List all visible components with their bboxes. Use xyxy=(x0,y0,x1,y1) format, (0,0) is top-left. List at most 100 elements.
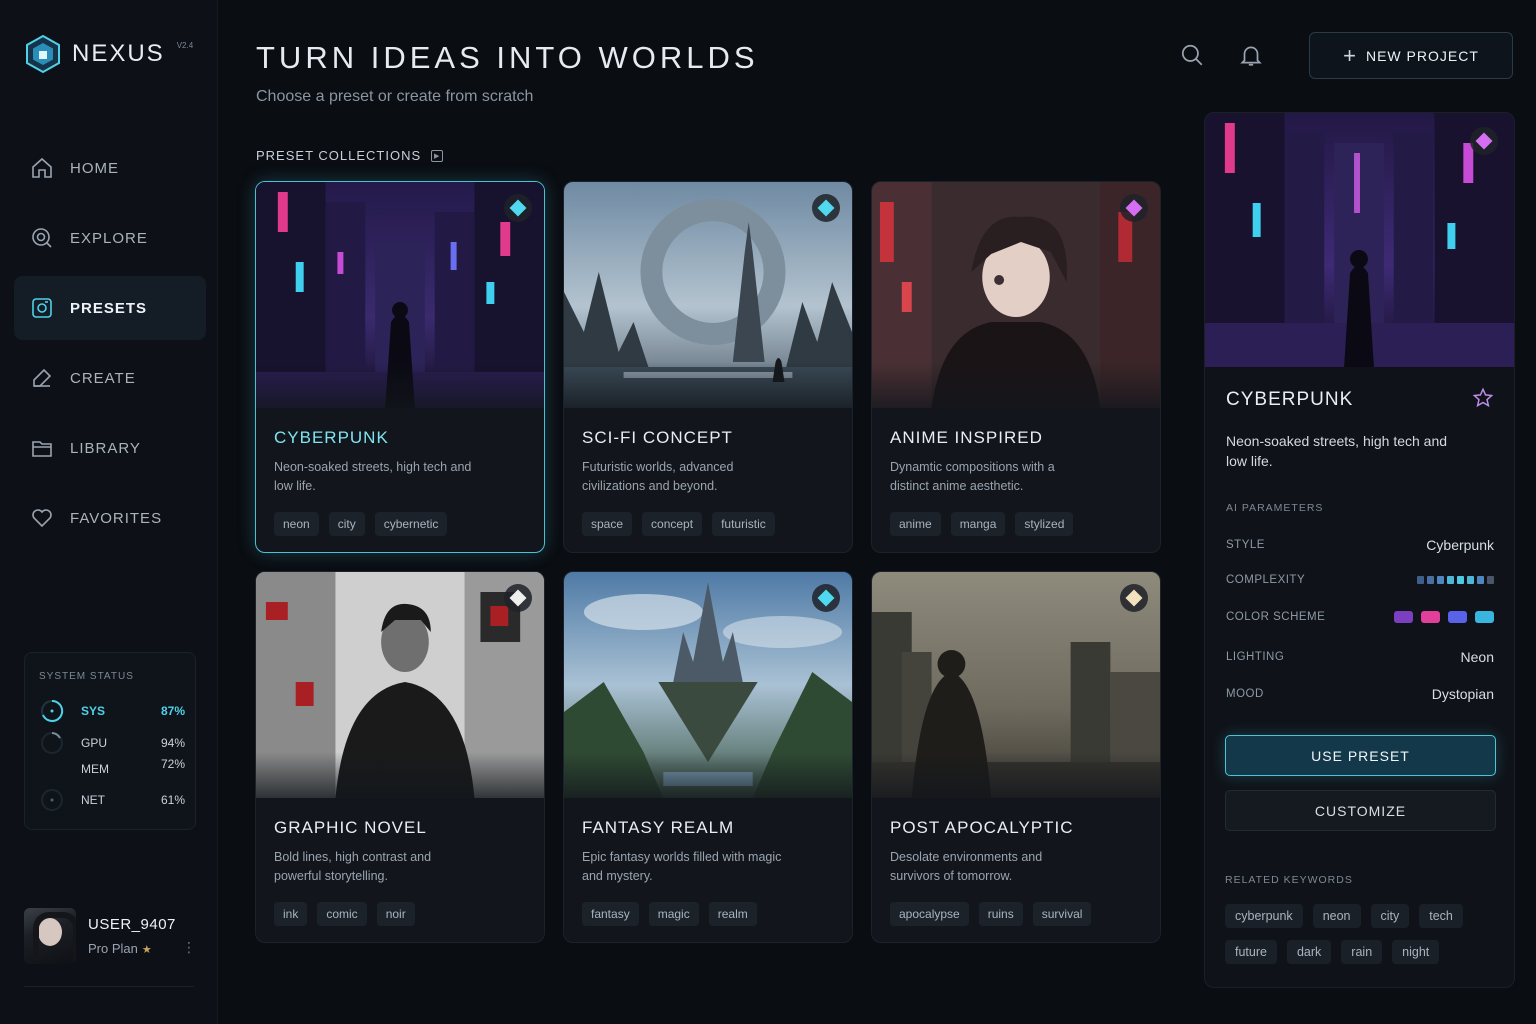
gem-icon xyxy=(1120,194,1148,222)
notifications-button[interactable] xyxy=(1234,38,1268,72)
param-lighting: LIGHTING Neon xyxy=(1226,649,1494,665)
folder-icon xyxy=(32,441,52,457)
complexity-segment xyxy=(1477,576,1484,584)
section-label-text: PRESET COLLECTIONS xyxy=(256,148,422,163)
home-icon xyxy=(32,157,52,178)
preset-detail-title: CYBERPUNK xyxy=(1226,389,1354,410)
preset-desc: Neon-soaked streets, high tech and low l… xyxy=(274,460,472,493)
stat-name: GPU xyxy=(81,736,108,750)
complexity-segment xyxy=(1417,576,1424,584)
stat-row-gpu: GPU 94% xyxy=(39,732,185,754)
ai-parameters-heading: AI PARAMETERS xyxy=(1226,502,1324,514)
gem-icon xyxy=(504,584,532,612)
user-plan-label: Pro Plan xyxy=(88,941,138,956)
nav-item-home[interactable]: HOME xyxy=(14,136,206,200)
tag[interactable]: concept xyxy=(642,512,703,536)
param-label: COLOR SCHEME xyxy=(1226,611,1326,623)
info-icon[interactable]: ▶ xyxy=(431,149,444,162)
tag[interactable]: survival xyxy=(1032,902,1092,926)
search-button[interactable] xyxy=(1175,38,1209,72)
related-keywords-heading: RELATED KEYWORDS xyxy=(1225,874,1353,886)
preset-card-cyberpunk[interactable]: CYBERPUNK Neon-soaked streets, high tech… xyxy=(255,181,545,553)
tag[interactable]: space xyxy=(582,512,633,536)
stat-value: 72% xyxy=(160,757,185,771)
preset-card-fantasy[interactable]: FANTASY REALM Epic fantasy worlds filled… xyxy=(563,571,853,943)
tag[interactable]: noir xyxy=(376,902,415,926)
preset-detail-panel: CYBERPUNK Neon-soaked streets, high tech… xyxy=(1204,112,1515,988)
more-options-icon[interactable]: ⋮ xyxy=(182,939,196,956)
param-label: LIGHTING xyxy=(1226,651,1285,663)
plan-star-icon: ★ xyxy=(141,944,152,956)
keyword-chip[interactable]: tech xyxy=(1419,904,1463,928)
gem-icon xyxy=(1120,584,1148,612)
stat-name: MEM xyxy=(81,762,109,776)
system-status-title: SYSTEM STATUS xyxy=(39,671,134,682)
stat-name: NET xyxy=(81,793,105,807)
preset-card-graphic-novel[interactable]: GRAPHIC NOVEL Bold lines, high contrast … xyxy=(255,571,545,943)
preset-title: POST APOCALYPTIC xyxy=(890,818,1074,837)
preset-tags: ink comic noir xyxy=(274,902,415,926)
nav-label: CREATE xyxy=(70,369,136,387)
tag[interactable]: manga xyxy=(950,512,1006,536)
favorite-star-button[interactable] xyxy=(1472,387,1494,409)
keyword-chip[interactable]: rain xyxy=(1341,940,1383,964)
preset-tags: apocalypse ruins survival xyxy=(890,902,1092,926)
param-label: STYLE xyxy=(1226,539,1265,551)
tag[interactable]: city xyxy=(328,512,365,536)
nav-label: EXPLORE xyxy=(70,229,148,247)
user-profile[interactable]: USER_9407 Pro Plan ★ ⋮ xyxy=(24,908,196,964)
presets-icon xyxy=(32,298,52,318)
section-label: PRESET COLLECTIONS ▶ xyxy=(256,148,444,163)
nav-label: LIBRARY xyxy=(70,439,141,457)
keyword-chip[interactable]: future xyxy=(1225,940,1277,964)
preset-card-anime[interactable]: ANIME INSPIRED Dynamtic compositions wit… xyxy=(871,181,1161,553)
system-status-panel: SYSTEM STATUS SYS 87% GPU 94% MEM 72% NE… xyxy=(24,652,196,830)
plus-icon: + xyxy=(1343,42,1356,68)
tag[interactable]: magic xyxy=(648,902,699,926)
gem-icon xyxy=(812,584,840,612)
preset-title: SCI-FI CONCEPT xyxy=(582,428,733,447)
stat-name: SYS xyxy=(81,704,106,718)
tag[interactable]: comic xyxy=(317,902,367,926)
tag[interactable]: apocalypse xyxy=(890,902,969,926)
nav-item-create[interactable]: CREATE xyxy=(14,346,206,410)
tag[interactable]: ruins xyxy=(978,902,1023,926)
nav-item-library[interactable]: LIBRARY xyxy=(14,416,206,480)
keyword-chip[interactable]: neon xyxy=(1312,904,1361,928)
keyword-chip[interactable]: night xyxy=(1392,940,1440,964)
tag[interactable]: stylized xyxy=(1015,512,1074,536)
new-project-label: NEW PROJECT xyxy=(1365,47,1479,64)
bell-icon xyxy=(1240,46,1262,66)
brand-logo[interactable]: NEXUS V2.4 xyxy=(24,34,193,74)
customize-button[interactable]: CUSTOMIZE xyxy=(1225,790,1496,831)
nav-item-presets[interactable]: PRESETS xyxy=(14,276,206,340)
keyword-chip[interactable]: dark xyxy=(1286,940,1332,964)
tag[interactable]: cybernetic xyxy=(374,512,448,536)
gem-icon xyxy=(504,194,532,222)
tag[interactable]: fantasy xyxy=(582,902,639,926)
page-subtitle: Choose a preset or create from scratch xyxy=(256,88,534,105)
tag[interactable]: anime xyxy=(890,512,941,536)
user-plan: Pro Plan ★ xyxy=(88,941,182,956)
complexity-segment xyxy=(1487,576,1494,584)
tag[interactable]: ink xyxy=(274,902,308,926)
preset-card-post-apocalyptic[interactable]: POST APOCALYPTIC Desolate environments a… xyxy=(871,571,1161,943)
keyword-chip[interactable]: cyberpunk xyxy=(1225,904,1303,928)
preset-card-sci-fi[interactable]: SCI-FI CONCEPT Futuristic worlds, advanc… xyxy=(563,181,853,553)
tag[interactable]: realm xyxy=(708,902,757,926)
nav-item-favorites[interactable]: FAVORITES xyxy=(14,486,206,550)
nav-item-explore[interactable]: EXPLORE xyxy=(14,206,206,270)
tag[interactable]: futuristic xyxy=(712,512,775,536)
complexity-meter xyxy=(1417,576,1494,584)
stat-row-mem: MEM 72% xyxy=(39,753,185,776)
color-swatch xyxy=(1421,611,1440,623)
tag[interactable]: neon xyxy=(274,512,319,536)
use-preset-button[interactable]: USE PRESET xyxy=(1225,735,1496,776)
new-project-button[interactable]: + NEW PROJECT xyxy=(1309,32,1513,79)
preset-tags: fantasy magic realm xyxy=(582,902,757,926)
keyword-chip[interactable]: city xyxy=(1370,904,1410,928)
param-mood: MOOD Dystopian xyxy=(1226,686,1494,702)
avatar[interactable] xyxy=(24,908,76,964)
complexity-segment xyxy=(1467,576,1474,584)
card-fade xyxy=(872,362,1160,422)
